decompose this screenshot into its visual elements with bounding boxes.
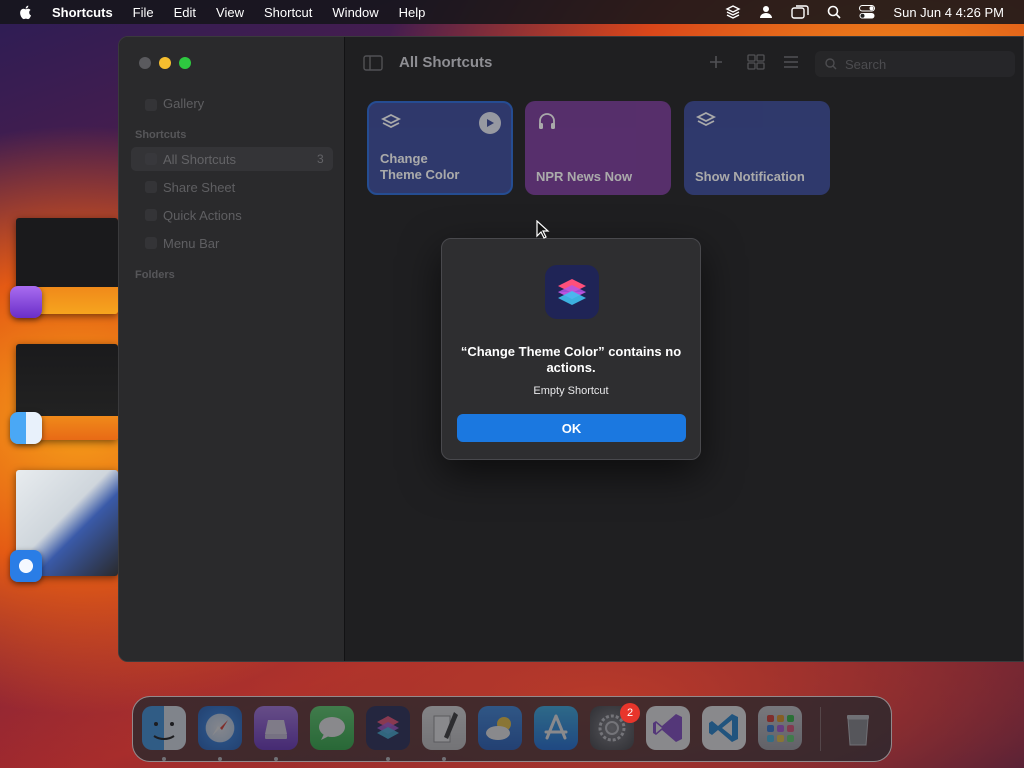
search-field[interactable]: Search (815, 51, 1015, 77)
share-sheet-icon (145, 181, 157, 193)
control-center-icon[interactable] (859, 5, 876, 19)
notification-badge: 2 (620, 703, 640, 723)
menu-help[interactable]: Help (399, 5, 426, 20)
sidebar-section-folders: Folders (135, 269, 175, 281)
apple-logo-icon[interactable] (18, 4, 34, 20)
mouse-cursor-icon (536, 220, 550, 239)
zoom-button[interactable] (179, 57, 191, 69)
grid-view-icon[interactable] (747, 54, 765, 70)
quick-actions-icon (145, 209, 157, 221)
sidebar-section-shortcuts: Shortcuts (135, 129, 187, 141)
sidebar-item-quick-actions[interactable]: Quick Actions (163, 208, 242, 223)
safari-app-icon (10, 550, 42, 582)
gallery-icon (145, 99, 157, 111)
ok-button[interactable]: OK (457, 414, 686, 442)
menu-bar-icon (145, 237, 157, 249)
menu-shortcut[interactable]: Shortcut (264, 5, 312, 20)
list-view-icon[interactable] (783, 56, 799, 68)
shortcut-tile-npr-news-now[interactable]: NPR News Now (525, 101, 671, 195)
run-shortcut-button[interactable] (479, 112, 501, 134)
sidebar-item-share-sheet[interactable]: Share Sheet (163, 180, 235, 195)
search-placeholder: Search (845, 57, 887, 72)
shortcut-name: NPR News Now (536, 169, 633, 184)
menu-window[interactable]: Window (332, 5, 378, 20)
all-shortcuts-count: 3 (317, 152, 324, 166)
window-controls (139, 57, 191, 69)
shortcut-tile-show-notification[interactable]: Show Notification (684, 101, 830, 195)
user-icon[interactable] (759, 5, 773, 19)
disk-utility-app-icon (10, 286, 42, 318)
screen-mirroring-icon[interactable] (791, 5, 810, 19)
shortcuts-app-icon (545, 265, 599, 319)
minimize-button[interactable] (159, 57, 171, 69)
sidebar: Gallery Shortcuts All Shortcuts 3 Share … (119, 37, 345, 661)
sidebar-item-gallery[interactable]: Gallery (163, 96, 204, 111)
sidebar-toggle-icon[interactable] (363, 55, 383, 71)
alert-dialog: “Change Theme Color” contains no actions… (441, 238, 701, 460)
layers-icon[interactable] (725, 4, 741, 20)
shortcut-name: Show Notification (695, 169, 805, 184)
menu-app-name[interactable]: Shortcuts (52, 5, 113, 20)
search-icon (825, 58, 837, 70)
search-icon[interactable] (827, 5, 841, 19)
alert-message: “Change Theme Color” contains no actions… (460, 344, 682, 375)
menu-edit[interactable]: Edit (174, 5, 196, 20)
all-shortcuts-icon (145, 153, 157, 165)
menu-bar: Shortcuts File Edit View Shortcut Window… (0, 0, 1024, 24)
page-title: All Shortcuts (399, 54, 493, 71)
shortcut-name: Change Theme Color (380, 151, 460, 182)
menu-file[interactable]: File (133, 5, 154, 20)
menu-view[interactable]: View (216, 5, 244, 20)
finder-app-icon (10, 412, 42, 444)
play-icon (487, 119, 494, 127)
menu-clock[interactable]: Sun Jun 4 4:26 PM (893, 5, 1004, 20)
toolbar: All Shortcuts Search (345, 37, 1023, 89)
add-icon[interactable] (709, 55, 723, 69)
layers-icon (380, 113, 402, 129)
headphones-icon (539, 113, 555, 129)
sidebar-item-all-shortcuts[interactable]: All Shortcuts (163, 152, 236, 167)
sidebar-item-menu-bar[interactable]: Menu Bar (163, 236, 219, 251)
close-button[interactable] (139, 57, 151, 69)
shortcut-tile-change-theme-color[interactable]: Change Theme Color (367, 101, 513, 195)
layers-icon (695, 111, 717, 127)
alert-subtitle: Empty Shortcut (533, 385, 609, 397)
